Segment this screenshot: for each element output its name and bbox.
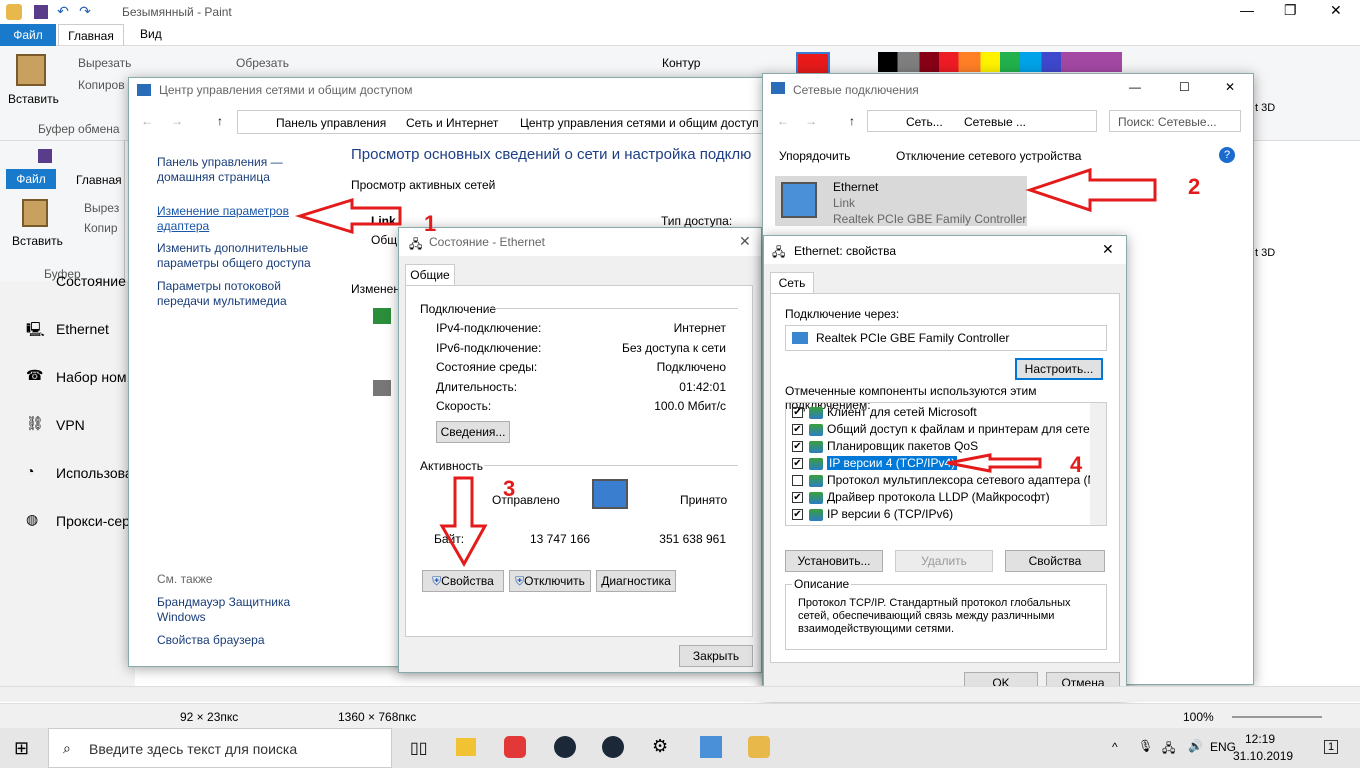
clock-date[interactable]: 31.10.2019: [1233, 749, 1293, 763]
selection-size: 92 × 23пкс: [180, 710, 239, 724]
zoom-slider[interactable]: [1232, 716, 1322, 718]
network-panel-icon[interactable]: [700, 736, 722, 758]
taskbar: ⊞ ⌕ Введите здесь текст для поиска ▯▯ ⚙ …: [0, 728, 1360, 768]
paint-scrollbar[interactable]: [0, 686, 1360, 702]
annotation-1: 1: [424, 211, 437, 236]
volume-icon[interactable]: 🔊: [1188, 739, 1203, 753]
search-icon: ⌕: [63, 740, 71, 756]
steam2-icon[interactable]: [602, 736, 624, 758]
paint-task-icon[interactable]: [748, 736, 770, 758]
mic-icon[interactable]: 🎙: [1138, 739, 1153, 753]
network-tray-icon[interactable]: 🖧: [1162, 739, 1175, 760]
arrow-3: [439, 476, 488, 568]
arrow-2: [1025, 167, 1157, 213]
tray-up-icon[interactable]: ^: [1112, 740, 1118, 754]
annotation-arrows: [294, 167, 1157, 568]
notification-badge[interactable]: 1: [1324, 740, 1339, 754]
paint-statusbar: 92 × 23пкс 1360 × 768пкс 100%: [0, 703, 1360, 728]
task-view-icon[interactable]: ▯▯: [410, 738, 428, 758]
annotation-3: 3: [503, 476, 516, 501]
clock-time[interactable]: 12:19: [1245, 732, 1275, 746]
zoom-level: 100%: [1183, 710, 1214, 724]
start-icon[interactable]: ⊞: [14, 738, 29, 759]
taskbar-search[interactable]: ⌕ Введите здесь текст для поиска: [48, 728, 392, 768]
steam-icon[interactable]: [554, 736, 576, 758]
vivaldi-icon[interactable]: [504, 736, 526, 758]
search-placeholder: Введите здесь текст для поиска: [89, 741, 298, 757]
image-size: 1360 × 768пкс: [338, 710, 417, 724]
arrow-4: [947, 453, 1042, 473]
explorer-icon[interactable]: [456, 738, 476, 756]
arrow-1: [294, 197, 402, 235]
annotation-2: 2: [1188, 174, 1201, 199]
annotation-4: 4: [1070, 452, 1083, 477]
settings-icon[interactable]: ⚙: [652, 736, 668, 757]
